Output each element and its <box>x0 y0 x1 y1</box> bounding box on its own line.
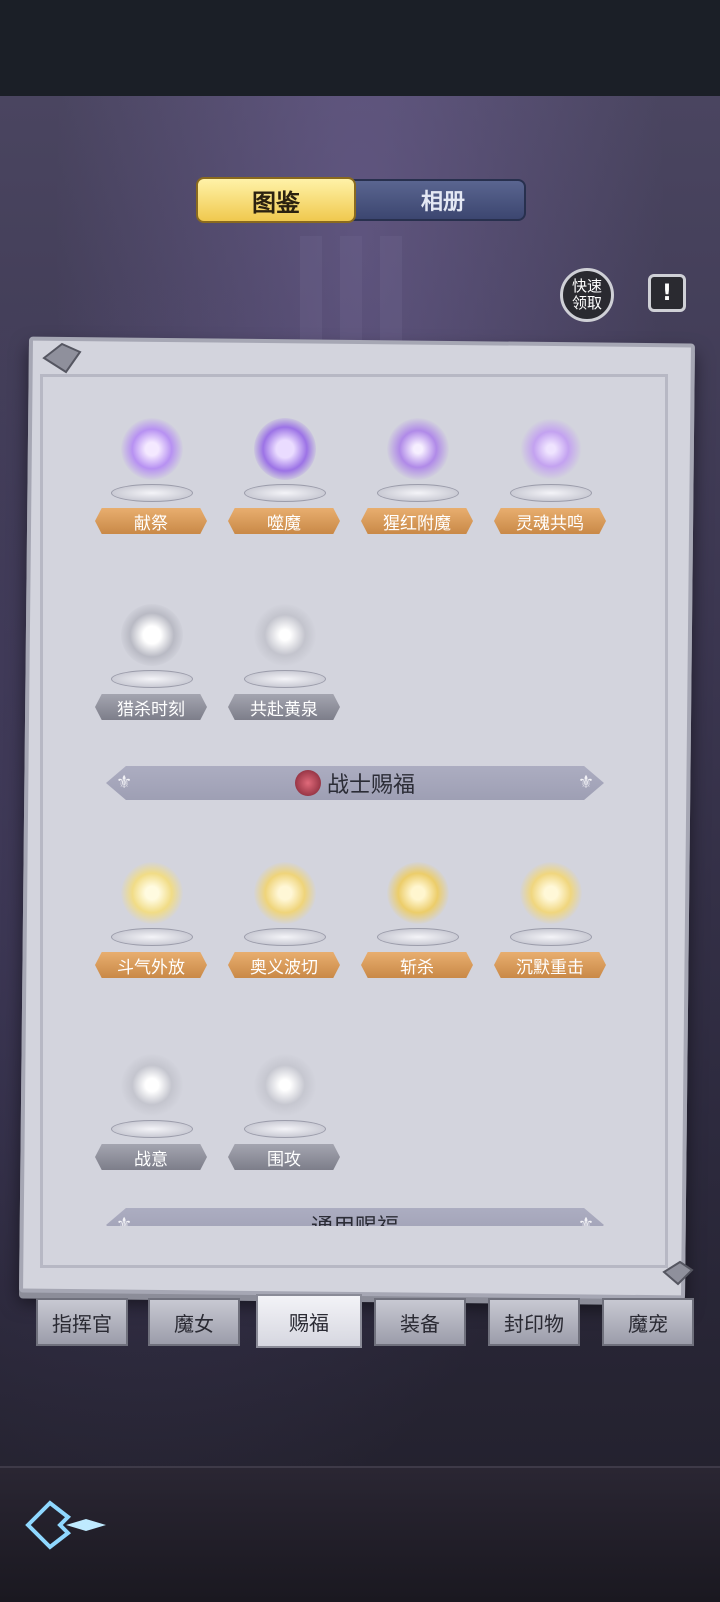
book-clip-icon <box>662 1260 694 1286</box>
purple-orb-icon <box>254 418 316 480</box>
item-label: 奥义波切 <box>228 952 340 978</box>
item-label: 沉默重击 <box>494 952 606 978</box>
spinning-figure-icon <box>387 862 449 924</box>
item-label: 献祭 <box>95 508 207 534</box>
tab-pets[interactable]: 魔宠 <box>602 1298 694 1346</box>
tab-witch[interactable]: 魔女 <box>148 1298 240 1346</box>
tab-equipment[interactable]: 装备 <box>374 1298 466 1346</box>
pedestal <box>244 928 326 946</box>
tab-album[interactable]: 相册 <box>368 179 518 221</box>
pedestal <box>111 1120 193 1138</box>
item-label: 噬魔 <box>228 508 340 534</box>
tab-codex[interactable]: 图鉴 <box>196 177 356 223</box>
fist-burst-icon <box>520 862 582 924</box>
tab-blessing[interactable]: 赐福 <box>256 1294 362 1348</box>
codex-item[interactable]: 战意 <box>95 1054 207 1184</box>
pedestal <box>244 484 326 502</box>
section-header-warrior: ⚜ 战士赐福 ⚜ <box>106 766 604 800</box>
quick-claim-button[interactable]: 快速 领取 <box>560 268 614 322</box>
pedestal <box>377 484 459 502</box>
status-bar-area <box>0 0 720 96</box>
item-label: 灵魂共鸣 <box>494 508 606 534</box>
codex-item[interactable]: 围攻 <box>228 1054 340 1184</box>
codex-item[interactable]: 献祭 <box>95 418 207 548</box>
crescent-slash-icon <box>121 862 183 924</box>
tab-commander[interactable]: 指挥官 <box>36 1298 128 1346</box>
section-title: 战士赐福 <box>326 773 415 798</box>
codex-item[interactable]: 共赴黄泉 <box>228 604 340 734</box>
fleur-icon: ⚜ <box>577 1214 594 1226</box>
fleur-icon: ⚜ <box>116 1214 133 1226</box>
grabbing-hand-icon <box>121 604 183 666</box>
item-label: 斩杀 <box>361 952 473 978</box>
codex-item[interactable]: 奥义波切 <box>228 862 340 992</box>
info-button[interactable]: ! <box>648 274 686 312</box>
back-arrow-icon[interactable] <box>20 1495 110 1555</box>
section-title: 通用赐福 <box>311 1209 399 1226</box>
item-label: 斗气外放 <box>95 952 207 978</box>
pedestal <box>510 484 592 502</box>
pedestal <box>510 928 592 946</box>
pedestal <box>244 1120 326 1138</box>
pedestal <box>111 928 193 946</box>
codex-scroll-area[interactable]: 献祭 噬魔 猩红附魔 灵魂共鸣 猎杀时刻 共赴黄泉 ⚜ 战士赐福 ⚜ 斗气外放 <box>42 378 666 1226</box>
swords-cluster-icon <box>254 1054 316 1116</box>
pedestal <box>377 928 459 946</box>
quick-claim-line2: 领取 <box>571 294 602 312</box>
feather-badge-icon <box>294 770 321 796</box>
codex-item[interactable]: 噬魔 <box>228 418 340 548</box>
codex-item[interactable]: 猩红附魔 <box>361 418 473 548</box>
blade-wave-icon <box>254 862 316 924</box>
codex-item[interactable]: 猎杀时刻 <box>95 604 207 734</box>
pedestal <box>244 670 326 688</box>
codex-item[interactable]: 灵魂共鸣 <box>494 418 606 548</box>
spirit-figure-icon <box>254 604 316 666</box>
quick-claim-line1: 快速 <box>571 277 602 295</box>
purple-flame-icon <box>121 418 183 480</box>
item-label: 围攻 <box>228 1144 340 1170</box>
codex-item[interactable]: 斩杀 <box>361 862 473 992</box>
item-label: 猎杀时刻 <box>95 694 207 720</box>
codex-item[interactable]: 斗气外放 <box>95 862 207 992</box>
section-header-general: ⚜ 通用赐福 ⚜ <box>106 1208 604 1226</box>
pedestal <box>111 670 193 688</box>
codex-item[interactable]: 沉默重击 <box>494 862 606 992</box>
item-label: 猩红附魔 <box>361 508 473 534</box>
item-label: 战意 <box>95 1144 207 1170</box>
book-clip-icon <box>42 342 82 374</box>
crossed-swords-icon <box>121 1054 183 1116</box>
item-label: 共赴黄泉 <box>228 694 340 720</box>
tab-sealed-items[interactable]: 封印物 <box>488 1298 580 1346</box>
pedestal <box>111 484 193 502</box>
fleur-icon: ⚜ <box>577 772 594 793</box>
purple-vortex-icon <box>387 418 449 480</box>
exclamation-icon: ! <box>661 280 673 306</box>
fleur-icon: ⚜ <box>116 772 133 793</box>
purple-totem-icon <box>520 418 582 480</box>
codex-album-toggle: 图鉴 相册 <box>196 177 528 223</box>
